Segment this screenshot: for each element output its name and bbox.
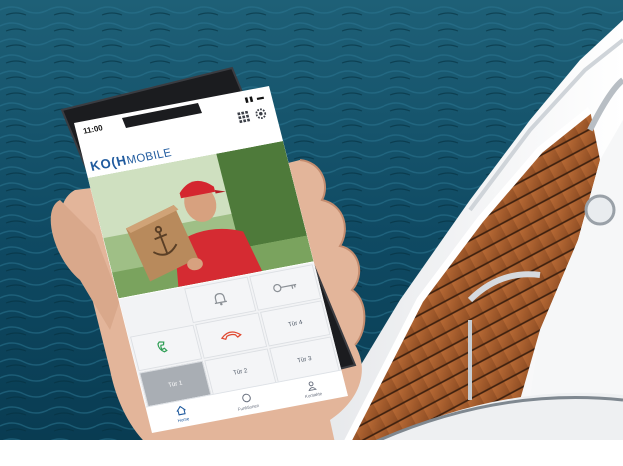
door-3-label: Tür 3 (296, 355, 313, 364)
status-time: 11:00 (82, 123, 104, 136)
door-4-label: Tür 4 (287, 319, 304, 328)
grid-icon[interactable] (236, 110, 251, 124)
tab-home-label: Home (177, 416, 190, 424)
home-icon (175, 404, 188, 417)
key-icon (272, 278, 299, 296)
person-icon (305, 380, 317, 393)
door-2-label: Tür 2 (232, 367, 249, 377)
winch (584, 194, 616, 226)
door-1-label: Tür 1 (167, 379, 184, 389)
tab-funktionen-label: Funktionen (237, 402, 260, 413)
signal-battery-icon: ▮▮ ▬ (243, 92, 266, 104)
phone-accept-icon (155, 338, 178, 357)
circle-icon (240, 392, 252, 405)
bell-icon (209, 289, 231, 311)
bottom-white-margin (0, 440, 623, 466)
phone-hangup-icon (218, 327, 243, 343)
gear-icon[interactable] (253, 107, 268, 121)
